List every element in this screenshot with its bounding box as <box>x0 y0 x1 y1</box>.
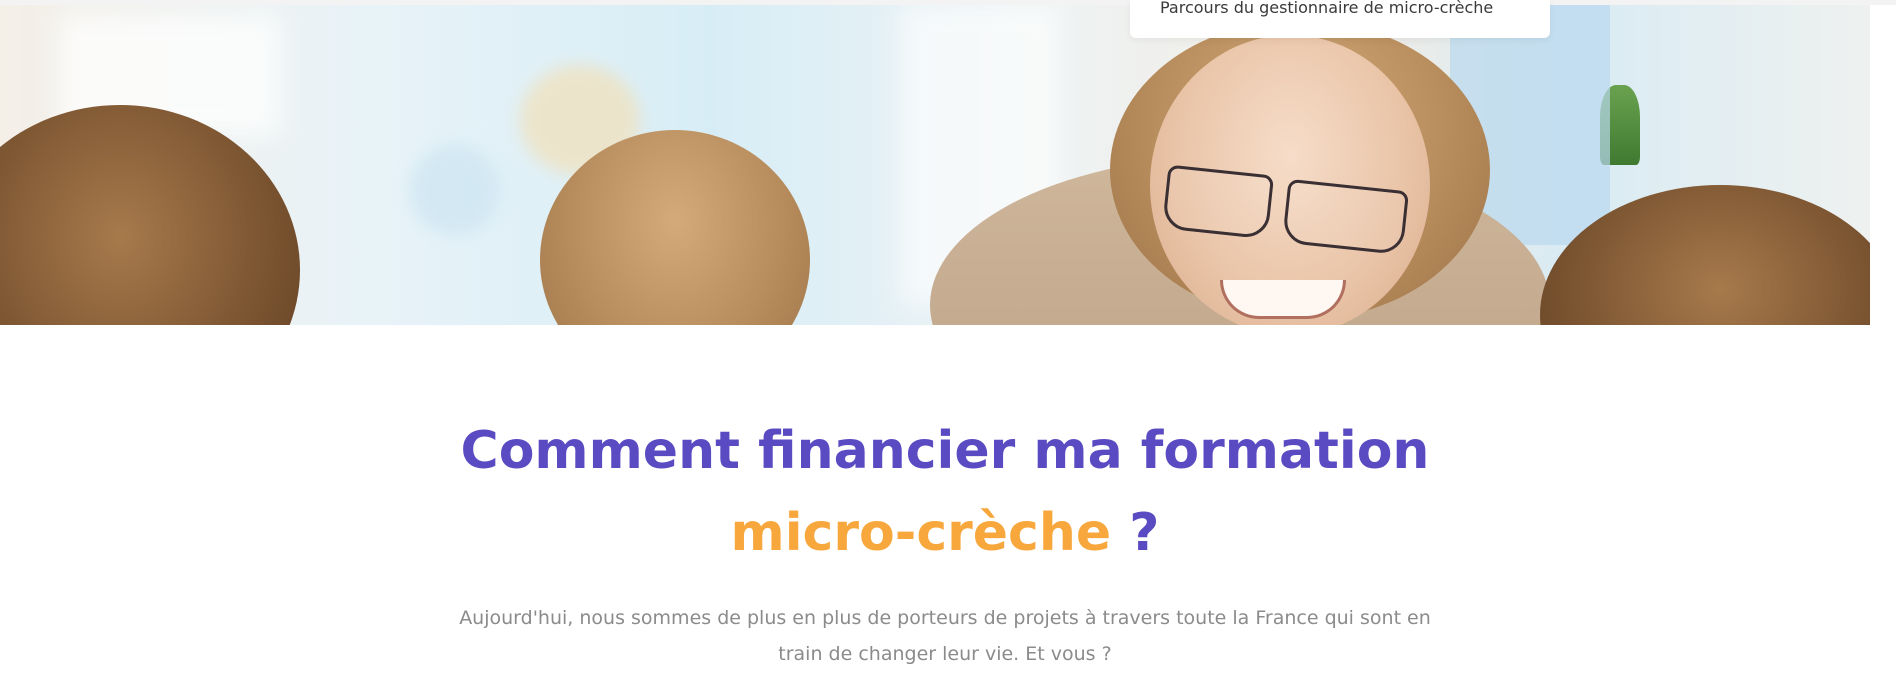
hero-banner-image <box>0 5 1870 325</box>
heading-text: Comment financier ma formation <box>460 421 1430 481</box>
nav-dropdown-menu: Parcours du gestionnaire de micro-crèche <box>1130 0 1550 38</box>
heading-question-mark: ? <box>1129 503 1160 563</box>
section-heading: Comment financier ma formation micro-crè… <box>0 410 1890 574</box>
nav-item-parcours-gestionnaire[interactable]: Parcours du gestionnaire de micro-crèche <box>1160 0 1493 17</box>
heading-accent-text: micro-crèche <box>730 503 1112 563</box>
section-lead-paragraph: Aujourd'hui, nous sommes de plus en plus… <box>459 607 1431 665</box>
hero-edge <box>1870 5 1896 325</box>
